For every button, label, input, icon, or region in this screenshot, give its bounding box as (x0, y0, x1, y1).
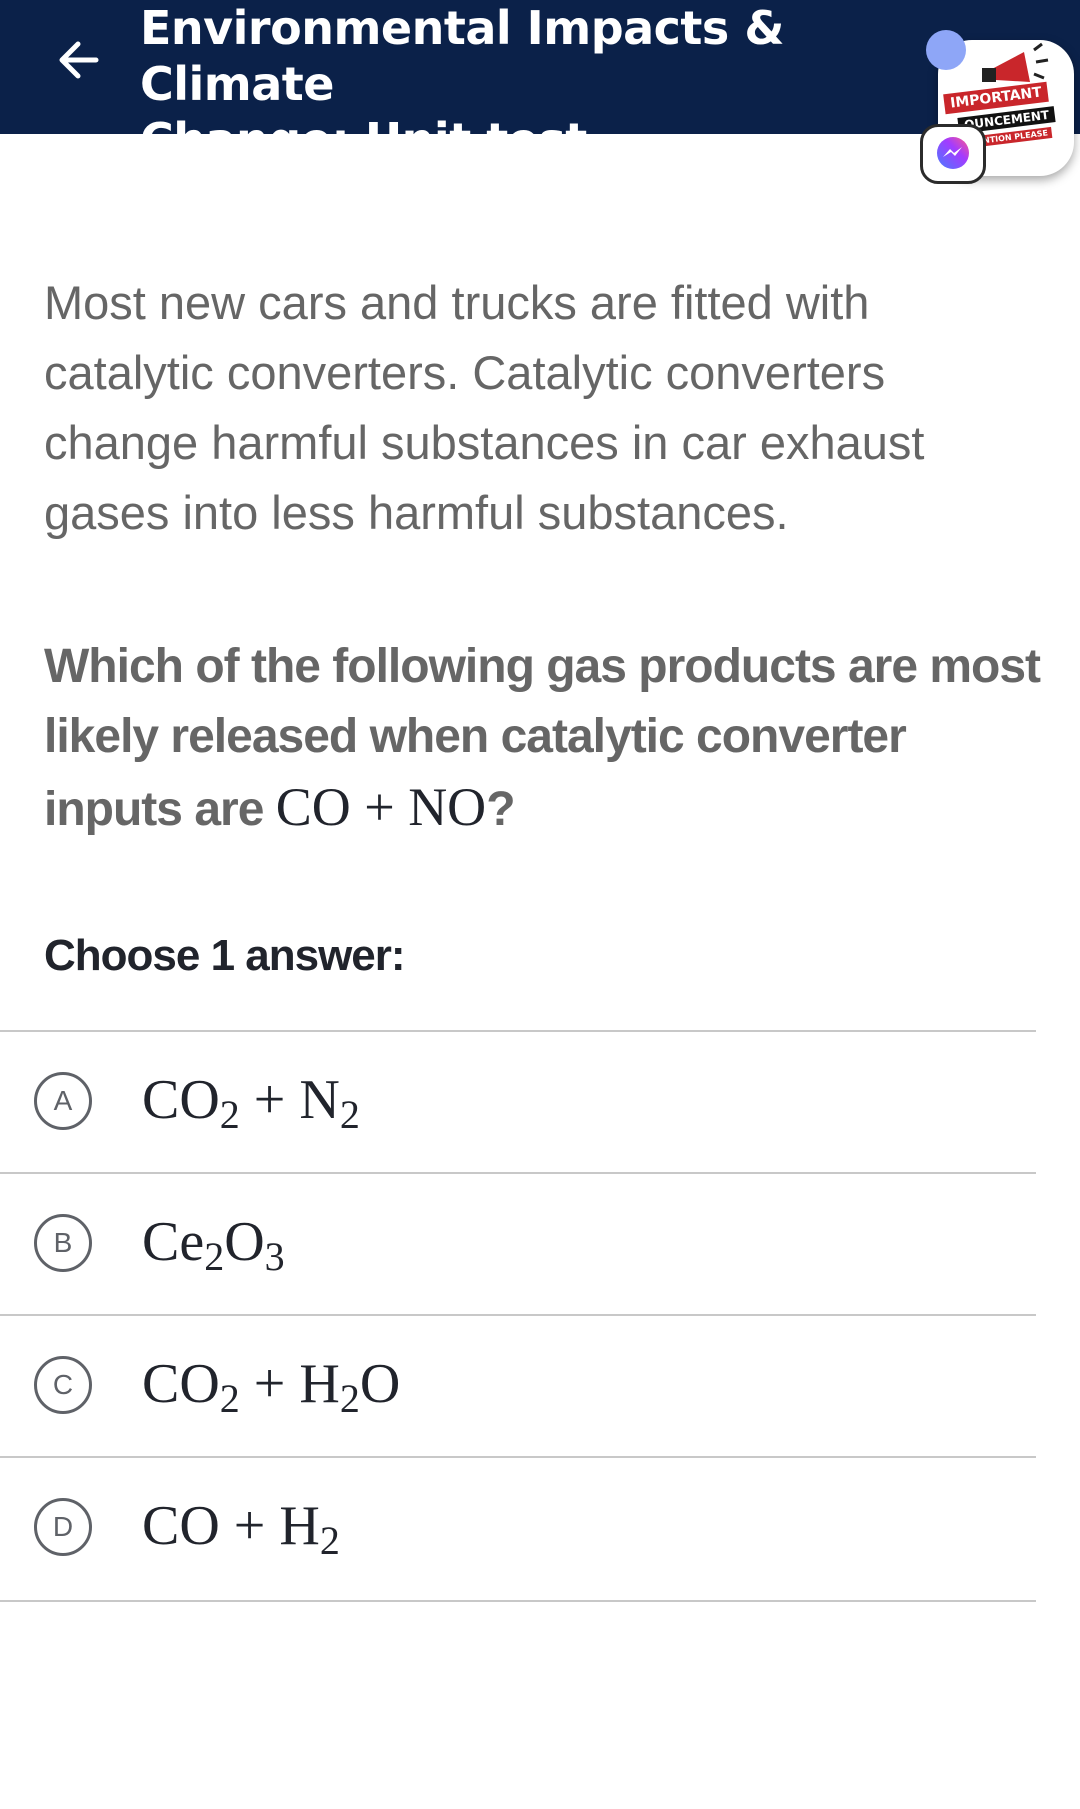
formula-text: CO + H (142, 1495, 320, 1557)
bubble-drag-handle[interactable] (926, 30, 966, 70)
messenger-icon (937, 137, 969, 169)
question-passage: Most new cars and trucks are fitted with… (44, 276, 925, 539)
answer-choice-a[interactable]: A CO2 + N2 (0, 1030, 1036, 1172)
formula-text: + N (239, 1069, 340, 1131)
question-text: Which of the following gas products are … (44, 640, 1041, 836)
choice-formula: Ce2O3 (142, 1206, 285, 1278)
page-title-line-1: Environmental Impacts & Climate (140, 1, 784, 111)
formula-subscript: 2 (204, 1234, 225, 1279)
back-button[interactable] (40, 22, 116, 98)
formula-text: O (359, 1353, 401, 1415)
question-formula: CO + NO (275, 777, 487, 837)
answer-choice-b[interactable]: B Ce2O3 (0, 1172, 1036, 1314)
choose-answer-label: Choose 1 answer: (44, 931, 406, 980)
choice-formula: CO2 + H2O (142, 1348, 400, 1420)
formula-text: O (224, 1211, 265, 1273)
messenger-bubble[interactable] (920, 124, 986, 184)
formula-subscript: 2 (219, 1092, 240, 1137)
choice-radio-a[interactable]: A (34, 1072, 92, 1130)
formula-subscript: 2 (339, 1092, 360, 1137)
question-prompt: Which of the following gas products are … (44, 632, 1044, 845)
formula-subscript: 2 (339, 1376, 360, 1421)
choice-formula: CO2 + N2 (142, 1064, 360, 1136)
formula-text: + H (239, 1353, 340, 1415)
answer-choice-c[interactable]: C CO2 + H2O (0, 1314, 1036, 1456)
choice-formula: CO + H2 (142, 1490, 340, 1562)
formula-text: Ce (142, 1211, 205, 1273)
formula-text: CO (142, 1353, 220, 1415)
choice-radio-c[interactable]: C (34, 1356, 92, 1414)
formula-subscript: 2 (319, 1518, 340, 1563)
formula-subscript: 3 (264, 1234, 285, 1279)
formula-text: CO (142, 1069, 220, 1131)
answer-choices: A CO2 + N2 B Ce2O3 C CO2 + H2O D CO + H2 (0, 1030, 1036, 1602)
answer-choice-d[interactable]: D CO + H2 (0, 1456, 1036, 1602)
question-mark: ? (486, 783, 515, 836)
page-title: Environmental Impacts & Climate Change: … (140, 0, 900, 168)
choice-radio-d[interactable]: D (34, 1498, 92, 1556)
top-app-bar: Environmental Impacts & Climate Change: … (0, 0, 1080, 167)
choice-radio-b[interactable]: B (34, 1214, 92, 1272)
arrow-left-icon (59, 41, 99, 79)
page-title-line-2: Change: Unit test (140, 113, 587, 167)
formula-subscript: 2 (219, 1376, 240, 1421)
